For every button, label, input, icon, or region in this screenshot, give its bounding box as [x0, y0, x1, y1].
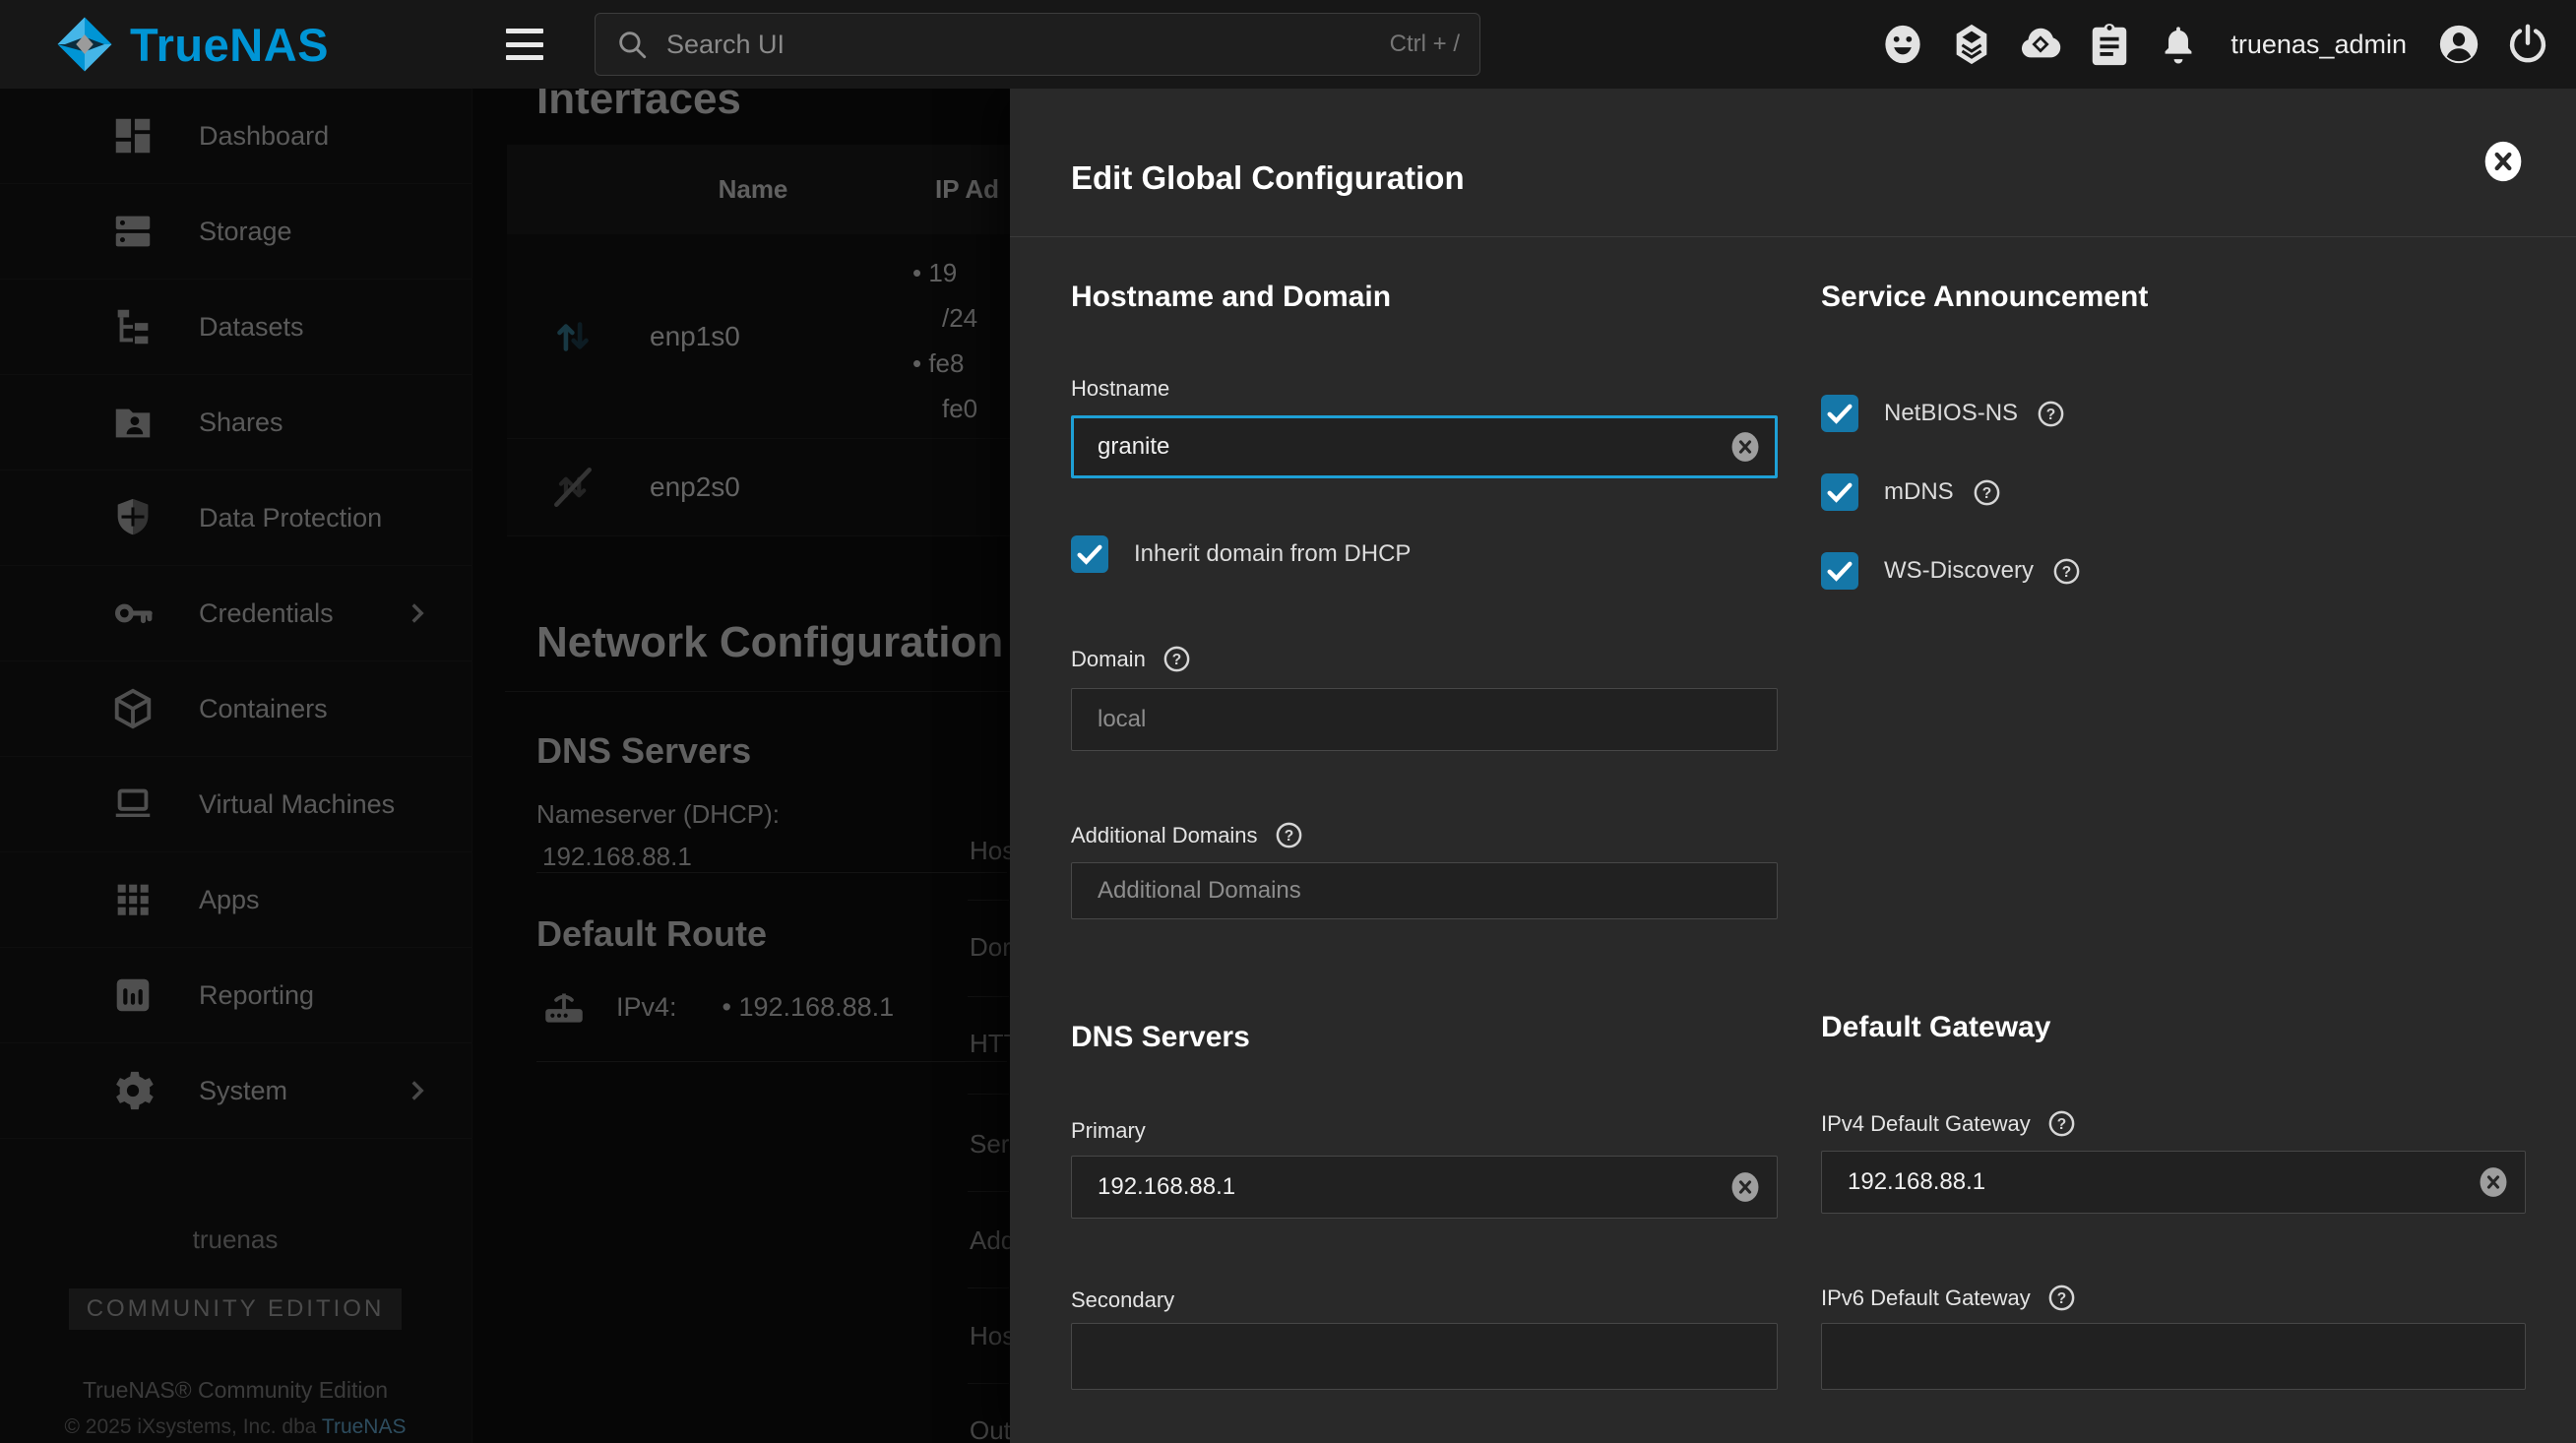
primary-dns-input[interactable]: [1071, 1156, 1778, 1219]
ipv4-gateway-input[interactable]: [1821, 1151, 2526, 1214]
jobs-clipboard-icon[interactable]: [2087, 22, 2132, 67]
power-icon[interactable]: [2505, 22, 2550, 67]
domain-label: Domain: [1071, 647, 1146, 672]
form-left-column: Hostname and Domain Hostname Inherit dom…: [1071, 266, 1778, 1390]
ipv4-gateway-field: [1821, 1151, 2526, 1214]
truenas-logo-icon: [55, 15, 114, 74]
svg-text:?: ?: [1284, 828, 1292, 845]
close-icon[interactable]: [2482, 140, 2525, 183]
service-announcement-heading: Service Announcement: [1821, 278, 2526, 317]
svg-text:?: ?: [2057, 1116, 2066, 1133]
ix-cloud-icon[interactable]: [2018, 22, 2063, 67]
clear-icon[interactable]: [1728, 1170, 1762, 1204]
secondary-dns-label: Secondary: [1071, 1287, 1778, 1313]
inherit-domain-checkbox-row[interactable]: Inherit domain from DHCP: [1071, 535, 1778, 573]
primary-dns-field: [1071, 1156, 1778, 1219]
mdns-label: mDNS: [1884, 478, 1954, 506]
help-icon[interactable]: ?: [2051, 556, 2082, 587]
inherit-domain-label: Inherit domain from DHCP: [1134, 540, 1411, 568]
sidenav-toggle-button[interactable]: [506, 27, 545, 62]
svg-text:?: ?: [1172, 652, 1181, 668]
feedback-smiley-icon[interactable]: [1880, 22, 1925, 67]
mdns-checkbox-row[interactable]: mDNS ?: [1821, 473, 2526, 511]
user-avatar-icon[interactable]: [2436, 22, 2482, 67]
ipv4-gateway-label-row: IPv4 Default Gateway ?: [1821, 1108, 2526, 1139]
checkbox-checked-icon[interactable]: [1821, 473, 1858, 511]
primary-dns-label: Primary: [1071, 1118, 1778, 1144]
search-icon: [615, 28, 649, 61]
ipv6-gateway-field: [1821, 1323, 2526, 1390]
truenas-logo[interactable]: TrueNAS: [55, 0, 329, 89]
hostname-field: [1071, 415, 1778, 478]
help-icon[interactable]: ?: [1162, 644, 1192, 674]
svg-text:?: ?: [2057, 1290, 2066, 1307]
secondary-dns-input[interactable]: [1071, 1323, 1778, 1390]
search-shortcut-hint: Ctrl + /: [1390, 31, 1460, 58]
checkbox-checked-icon[interactable]: [1821, 552, 1858, 590]
svg-text:?: ?: [1981, 484, 1990, 501]
alerts-bell-icon[interactable]: [2156, 22, 2201, 67]
ws-discovery-checkbox-row[interactable]: WS-Discovery ?: [1821, 552, 2526, 590]
hostname-input[interactable]: [1071, 415, 1778, 478]
additional-domains-input[interactable]: [1071, 862, 1778, 919]
panel-header: Edit Global Configuration: [1010, 89, 2576, 237]
domain-input[interactable]: [1071, 688, 1778, 751]
top-header: TrueNAS Ctrl + / truenas_admin: [0, 0, 2576, 89]
default-gateway-heading: Default Gateway: [1821, 1008, 2526, 1047]
domain-field: [1071, 688, 1778, 751]
panel-form: Hostname and Domain Hostname Inherit dom…: [1071, 266, 2526, 1390]
additional-domains-label-row: Additional Domains ?: [1071, 820, 1778, 850]
ipv6-gateway-input[interactable]: [1821, 1323, 2526, 1390]
checkbox-checked-icon[interactable]: [1071, 535, 1108, 573]
svg-text:?: ?: [2046, 406, 2055, 422]
clear-icon[interactable]: [1728, 430, 1762, 464]
additional-domains-label: Additional Domains: [1071, 823, 1258, 848]
ipv6-gateway-label-row: IPv6 Default Gateway ?: [1821, 1283, 2526, 1313]
form-right-column: Service Announcement NetBIOS-NS ? mDNS ?: [1821, 266, 2526, 1390]
dns-servers-heading: DNS Servers: [1071, 1018, 1778, 1057]
panel-title: Edit Global Configuration: [1071, 159, 1465, 197]
app-title: TrueNAS: [130, 18, 329, 72]
ws-discovery-label: WS-Discovery: [1884, 557, 2034, 585]
svg-text:?: ?: [2062, 563, 2071, 580]
domain-label-row: Domain ?: [1071, 644, 1778, 674]
ipv6-gateway-label: IPv6 Default Gateway: [1821, 1286, 2031, 1311]
hostname-label: Hostname: [1071, 376, 1778, 402]
help-icon[interactable]: ?: [1972, 477, 2002, 508]
help-icon[interactable]: ?: [2046, 1108, 2077, 1139]
search-box[interactable]: Ctrl + /: [595, 13, 1480, 76]
secondary-dns-field: [1071, 1323, 1778, 1390]
edit-global-configuration-panel: Edit Global Configuration Hostname and D…: [1010, 89, 2576, 1443]
netbios-checkbox-row[interactable]: NetBIOS-NS ?: [1821, 395, 2526, 432]
hostname-domain-heading: Hostname and Domain: [1071, 278, 1778, 317]
help-icon[interactable]: ?: [1274, 820, 1304, 850]
additional-domains-field: [1071, 862, 1778, 919]
header-actions: truenas_admin: [1880, 0, 2550, 89]
netbios-label: NetBIOS-NS: [1884, 400, 2018, 427]
clear-icon[interactable]: [2477, 1165, 2510, 1199]
ipv4-gateway-label: IPv4 Default Gateway: [1821, 1111, 2031, 1137]
logged-in-username[interactable]: truenas_admin: [2230, 30, 2407, 60]
checkbox-checked-icon[interactable]: [1821, 395, 1858, 432]
help-icon[interactable]: ?: [2036, 399, 2066, 429]
truecommand-icon[interactable]: [1949, 22, 1994, 67]
help-icon[interactable]: ?: [2046, 1283, 2077, 1313]
search-input[interactable]: [664, 29, 1390, 61]
